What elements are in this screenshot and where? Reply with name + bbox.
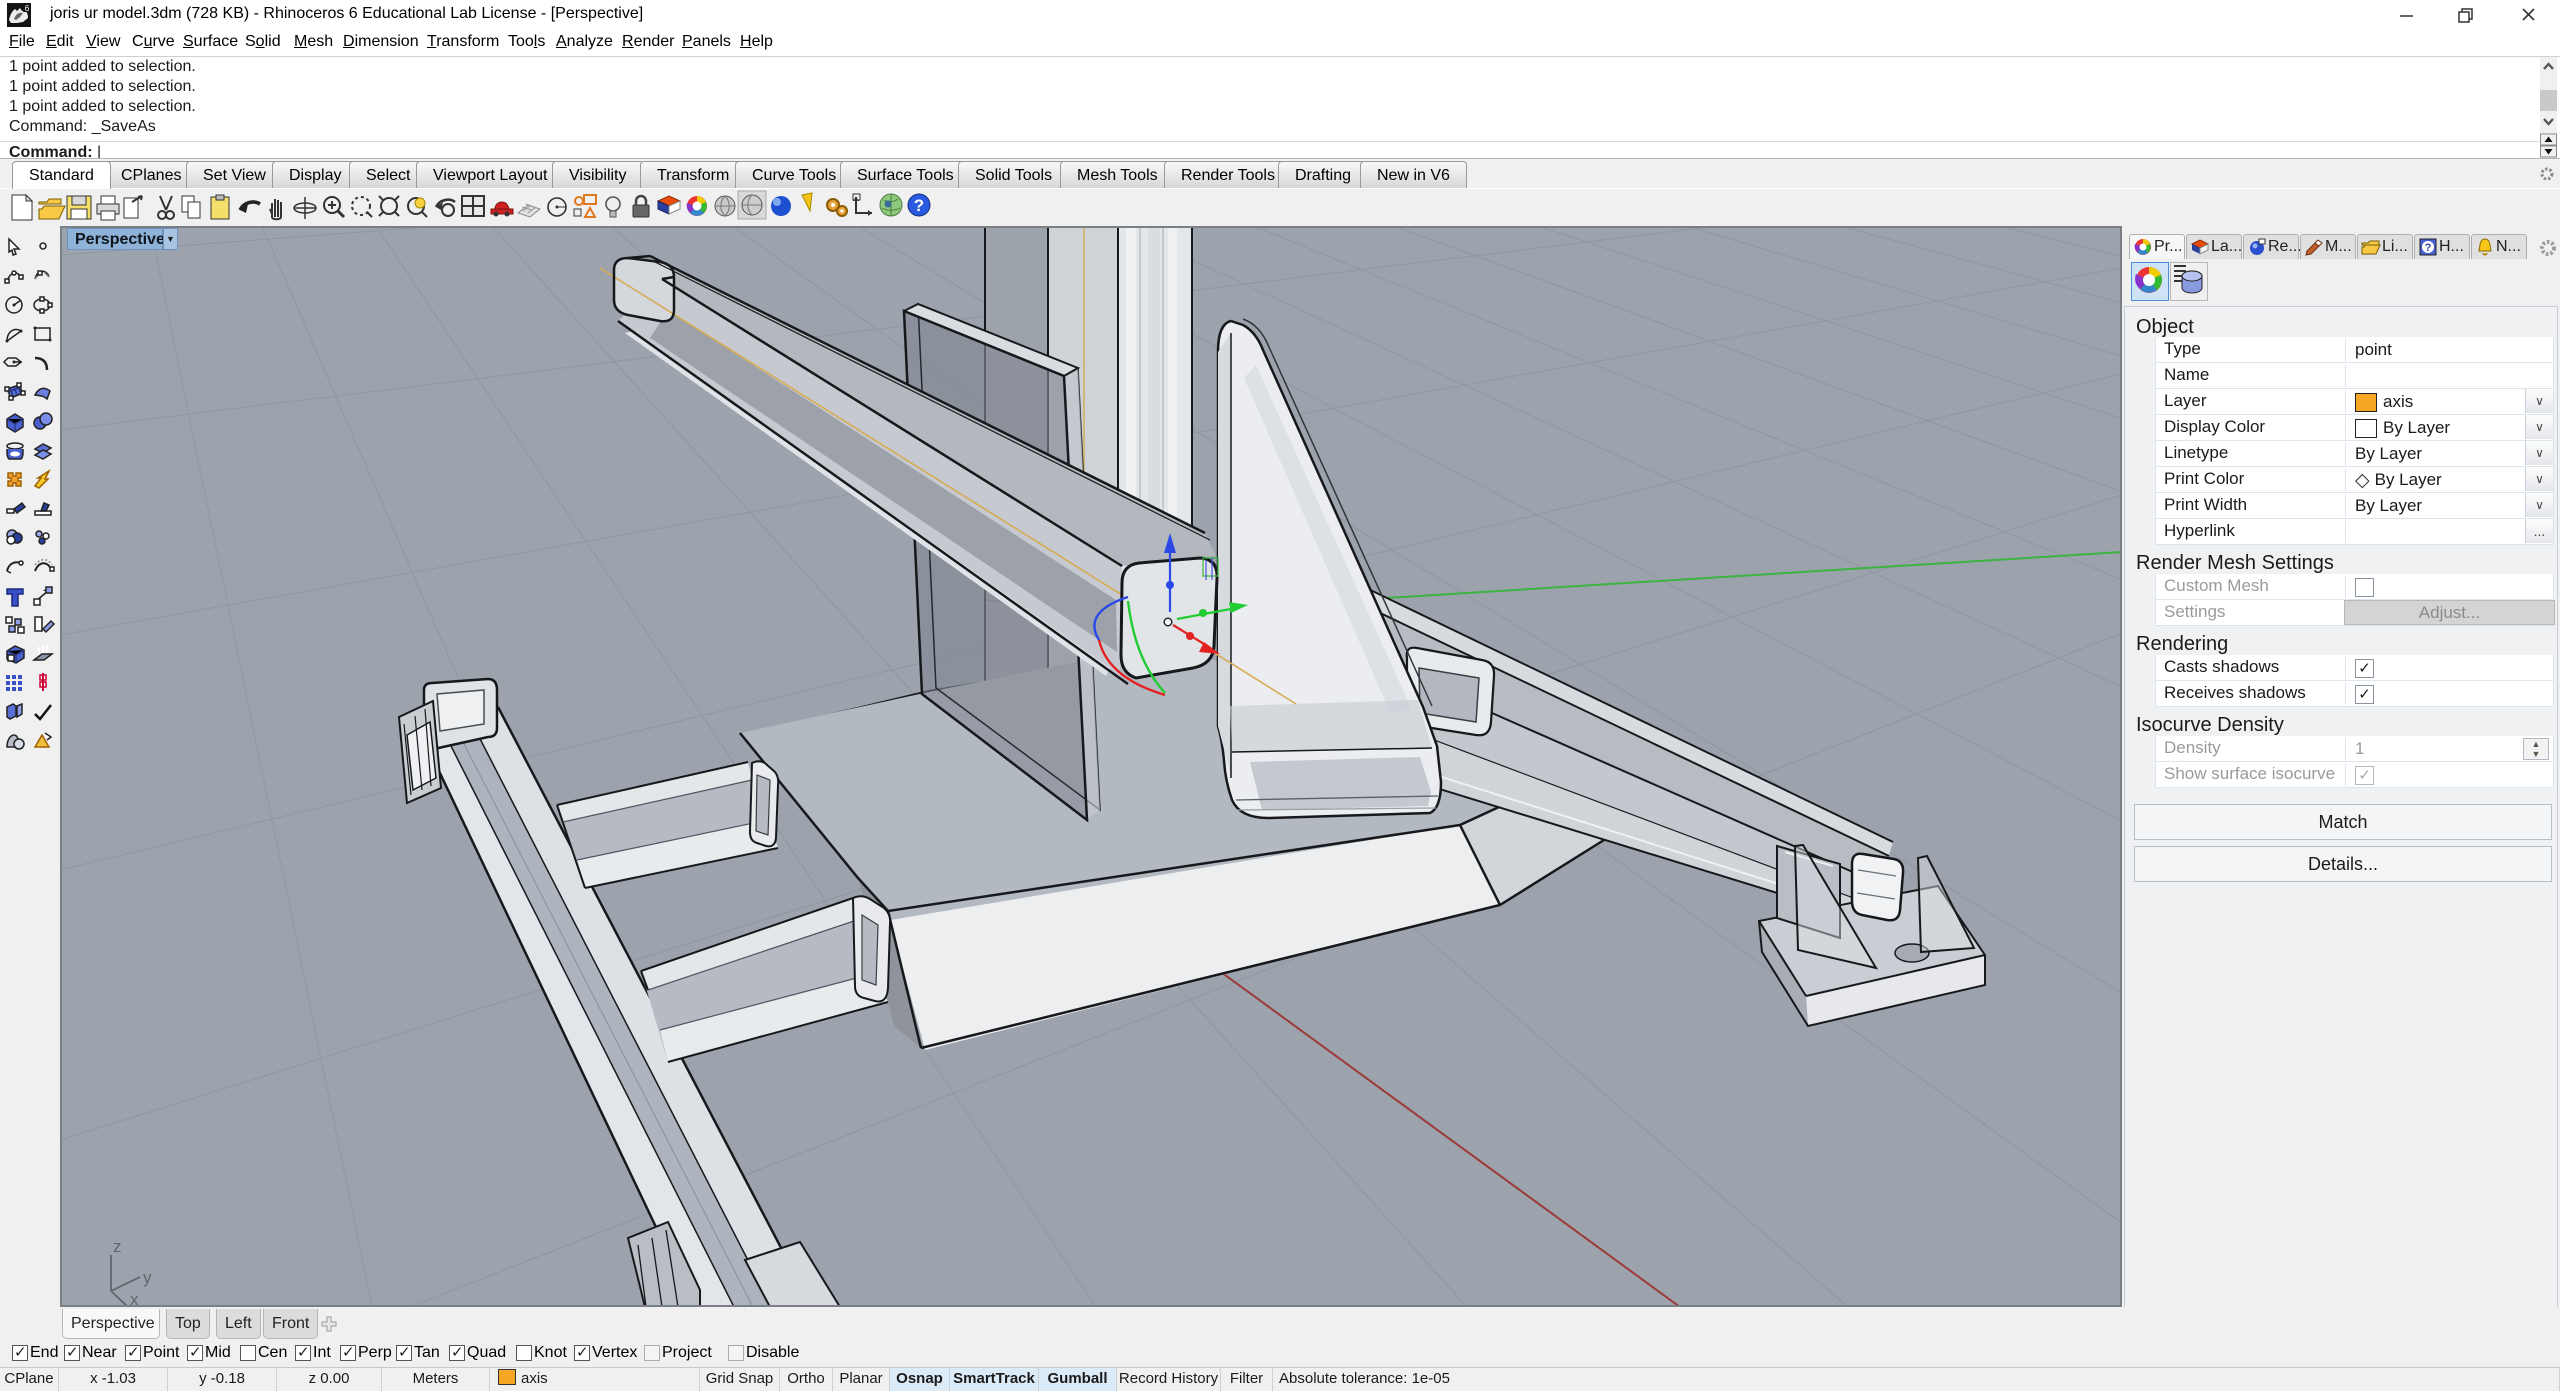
svg-text:?: ?: [914, 196, 924, 215]
svg-text:x: x: [130, 1290, 139, 1307]
svg-text:y: y: [143, 1268, 152, 1287]
svg-text:?: ?: [2425, 242, 2432, 254]
svg-text:z: z: [113, 1237, 122, 1256]
svg-text:6: 6: [25, 4, 30, 13]
